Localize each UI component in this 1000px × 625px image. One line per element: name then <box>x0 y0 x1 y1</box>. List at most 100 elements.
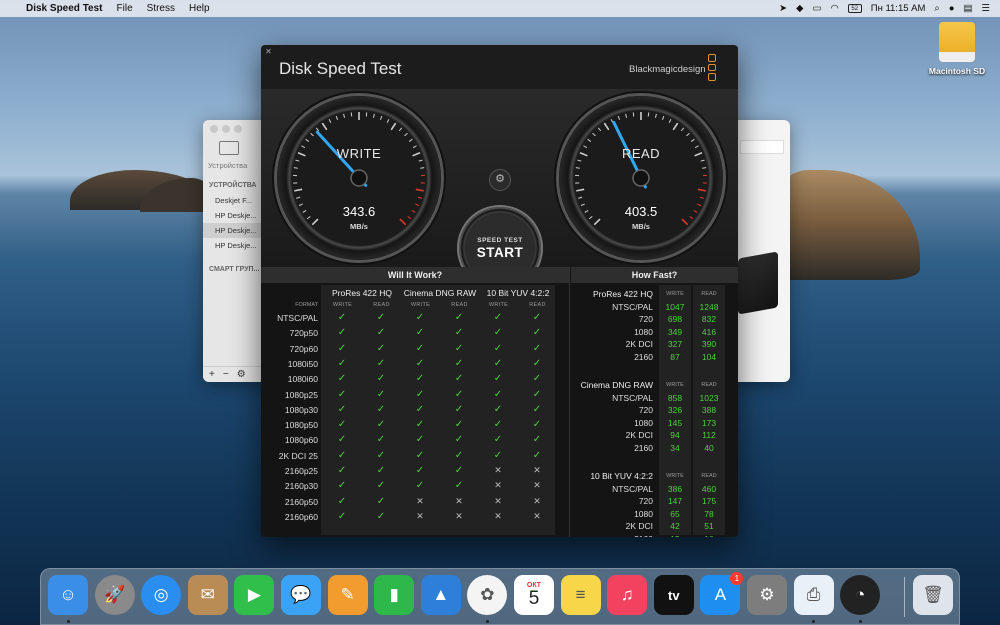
hard-drive-icon[interactable] <box>939 22 975 62</box>
check-icon: ✓ <box>337 480 347 492</box>
check-icon: ✓ <box>337 327 347 339</box>
user-icon[interactable]: ● <box>949 3 955 14</box>
menu-help[interactable]: Help <box>189 3 210 14</box>
numbers-icon[interactable]: ▮ <box>374 575 415 615</box>
running-indicator <box>812 620 816 623</box>
speed-group-header: Cinema DNG RAW <box>580 380 653 390</box>
messages-icon[interactable]: 💬 <box>281 575 321 615</box>
device-item-selected[interactable]: HP Deskje... <box>203 223 261 238</box>
device-item[interactable]: Deskjet F... <box>203 193 261 208</box>
check-icon: ✓ <box>337 373 347 385</box>
device-item[interactable]: HP Deskje... <box>203 238 261 253</box>
write-gauge-tick <box>298 203 303 207</box>
sidebar-toggle-icon[interactable] <box>219 141 239 155</box>
device-item[interactable]: HP Deskje... <box>203 208 261 223</box>
control-center-icon[interactable]: ☰ <box>981 3 990 14</box>
desktop-drive[interactable]: Macintosh SD <box>928 22 986 76</box>
read-gauge-tick <box>575 167 580 169</box>
settings-gear-icon[interactable]: ⚙ <box>489 169 511 191</box>
write-subheader: WRITE <box>488 302 509 308</box>
trash-icon[interactable]: 🗑 <box>913 575 953 615</box>
read-gauge: READ 403.5 MB/s <box>559 96 723 260</box>
keynote-icon[interactable]: ▲ <box>420 575 461 615</box>
pages-icon[interactable]: ✎ <box>327 575 368 615</box>
write-gauge-tick <box>302 209 307 213</box>
minimize-dot[interactable] <box>222 125 230 133</box>
disk-speed-test-window: ✕ Disk Speed Test Blackmagicdesign WRITE… <box>261 45 738 537</box>
check-icon: ✓ <box>493 373 503 385</box>
read-fps-value: 1248 <box>699 302 719 312</box>
printer-image <box>738 251 778 315</box>
mail-stamp-icon[interactable]: ✉ <box>187 575 228 615</box>
row-format-label: 1080p30 <box>284 404 318 415</box>
wifi-icon[interactable]: ◠ <box>830 3 838 14</box>
check-icon: ✓ <box>337 449 347 461</box>
finder-icon[interactable]: ☺ <box>48 575 88 615</box>
menu-stress[interactable]: Stress <box>147 3 175 14</box>
launchpad-icon[interactable]: 🚀 <box>94 575 135 615</box>
search-field[interactable] <box>740 140 784 154</box>
airplay-icon[interactable]: ▭ <box>812 3 821 14</box>
speed-row-label: 720 <box>638 496 653 507</box>
calendar-icon[interactable]: ОКТ 5 <box>514 575 554 615</box>
write-fps-value: 858 <box>667 393 683 403</box>
write-gauge-tick <box>390 122 397 131</box>
read-gauge-tick <box>661 115 665 121</box>
facetime-icon[interactable]: ▶ <box>234 575 275 615</box>
write-gauge-tick <box>321 122 328 131</box>
menu-file[interactable]: File <box>117 3 133 14</box>
check-icon: ✓ <box>454 312 464 323</box>
read-gauge-tick <box>587 138 592 142</box>
photos-icon[interactable]: ✿ <box>467 575 508 615</box>
disk-speed-test-icon[interactable]: ◔ <box>840 575 881 615</box>
remove-icon[interactable]: − <box>223 369 229 380</box>
write-gauge-tick <box>296 196 301 199</box>
write-fps-value: 698 <box>667 314 683 325</box>
write-gauge-tick <box>315 127 320 132</box>
menu-app-name[interactable]: Disk Speed Test <box>26 3 103 14</box>
cross-icon: ✕ <box>494 465 502 475</box>
read-gauge-tick <box>580 203 585 207</box>
read-fps-value: 1023 <box>699 393 719 403</box>
check-icon: ✓ <box>337 465 347 476</box>
zoom-dot[interactable] <box>234 125 242 133</box>
add-icon[interactable]: + <box>209 369 215 380</box>
write-fps-value: 386 <box>667 484 683 494</box>
write-gauge-tick <box>415 203 420 207</box>
notification-badge: 1 <box>730 572 744 585</box>
close-dot[interactable] <box>210 125 218 133</box>
app-store-icon[interactable]: A1 <box>700 572 744 615</box>
check-icon: ✓ <box>376 434 386 446</box>
clock[interactable]: Пн 11:15 AM <box>871 3 926 14</box>
gear-icon[interactable]: ⚙ <box>237 369 246 380</box>
safari-icon[interactable]: ◎ <box>141 575 182 615</box>
battery-icon[interactable]: 52 <box>847 4 862 13</box>
music-icon[interactable]: ♫ <box>607 575 648 615</box>
row-format-label: 720p50 <box>289 328 318 339</box>
notes-icon[interactable]: ≡ <box>560 575 601 615</box>
flag-icon[interactable]: ▤ <box>963 3 972 14</box>
write-subheader: WRITE <box>666 473 684 479</box>
cross-icon: ✕ <box>533 465 541 475</box>
check-icon: ✓ <box>376 403 386 415</box>
close-icon[interactable]: ✕ <box>264 47 273 56</box>
running-indicator <box>66 620 70 623</box>
apple-tv-icon[interactable]: tv <box>653 575 694 615</box>
check-icon: ✓ <box>376 465 386 476</box>
printer-icon[interactable]: ⎙ <box>793 575 834 615</box>
read-gauge-tick <box>697 203 702 207</box>
read-gauge-tick <box>690 138 695 142</box>
shield-icon[interactable]: ◆ <box>796 3 803 14</box>
search-icon[interactable]: ⌕ <box>934 3 939 14</box>
location-icon[interactable]: ➤ <box>779 3 787 14</box>
row-format-label: 2K DCI 25 <box>278 450 318 461</box>
cross-icon: ✕ <box>416 495 424 506</box>
check-icon: ✓ <box>337 357 347 369</box>
system-preferences-icon[interactable]: ⚙ <box>747 575 787 615</box>
read-gauge-tick <box>689 215 694 220</box>
format-column-header: FORMAT <box>295 302 318 308</box>
check-icon: ✓ <box>454 357 464 369</box>
read-gauge-tick <box>686 132 690 137</box>
check-icon: ✓ <box>493 403 503 415</box>
read-fps-value: 832 <box>701 314 717 325</box>
